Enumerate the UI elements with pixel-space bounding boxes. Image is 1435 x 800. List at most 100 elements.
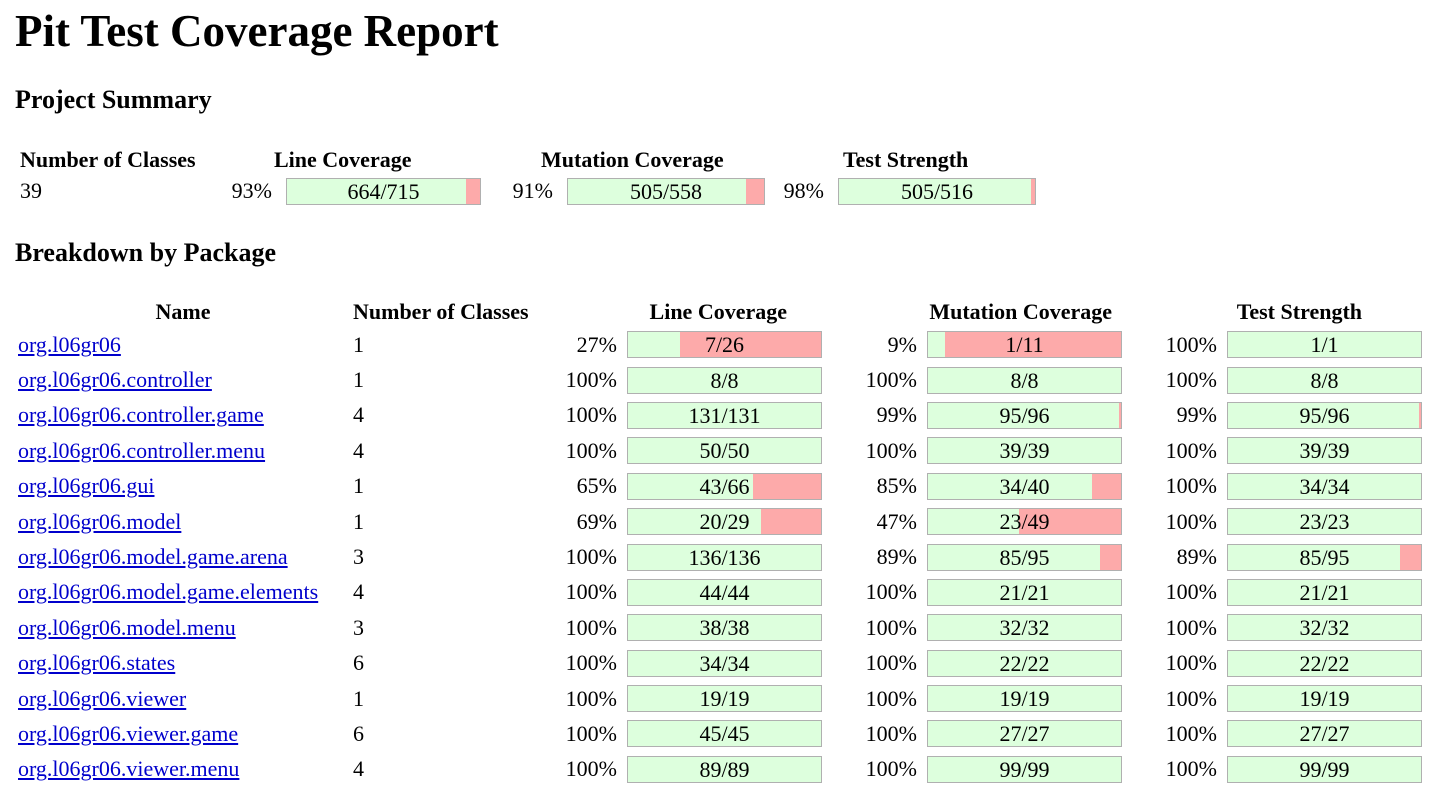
package-mutation-bar-text: 34/40	[999, 473, 1050, 499]
package-line-bar-text: 136/136	[688, 544, 761, 570]
package-link[interactable]: org.l06gr06.viewer	[18, 686, 186, 711]
package-line-bar-text: 89/89	[699, 756, 750, 782]
package-line-bar-text: 44/44	[699, 579, 750, 605]
package-line-pct: 100%	[565, 544, 617, 570]
summary-strength-bar-text: 505/516	[900, 178, 974, 204]
page-title: Pit Test Coverage Report	[15, 6, 499, 56]
package-line-bar-text: 20/29	[699, 509, 750, 535]
package-link[interactable]: org.l06gr06.model.game.arena	[18, 544, 288, 569]
breakdown-table: Name Number of Classes Line Coverage Mut…	[18, 297, 1427, 787]
package-strength-bar: 19/19	[1227, 685, 1422, 713]
package-line-pct: 100%	[565, 650, 617, 676]
table-row: org.l06gr06.model 1 69% 20/29 47% 23/49 100% 23…	[18, 504, 1427, 539]
package-strength-pct: 100%	[1165, 508, 1217, 534]
package-mutation-bar: 34/40	[927, 472, 1122, 500]
package-link[interactable]: org.l06gr06	[18, 332, 121, 357]
package-classes: 3	[353, 544, 364, 570]
summary-mutation-pct: 91%	[512, 178, 553, 203]
package-link[interactable]: org.l06gr06.controller	[18, 367, 212, 392]
package-strength-pct: 100%	[1165, 614, 1217, 640]
package-line-bar: 19/19	[627, 685, 822, 713]
package-classes: 1	[353, 331, 364, 357]
package-strength-pct: 100%	[1165, 756, 1217, 782]
col-mutation-coverage: Mutation Coverage	[929, 299, 1112, 324]
table-row: org.l06gr06.controller.menu 4 100% 50/50 100…	[18, 433, 1427, 468]
col-name: Name	[155, 299, 211, 324]
package-strength-pct: 100%	[1165, 367, 1217, 393]
package-mutation-bar-text: 22/22	[999, 650, 1050, 676]
package-strength-bar: 21/21	[1227, 578, 1422, 606]
package-mutation-bar-text: 99/99	[999, 756, 1050, 782]
package-line-pct: 100%	[565, 402, 617, 428]
table-row: org.l06gr06.viewer 1 100% 19/19 100% 19/19 100…	[18, 681, 1427, 716]
package-line-pct: 100%	[565, 579, 617, 605]
package-strength-bar-text: 27/27	[1299, 721, 1350, 747]
summary-classes: 39	[20, 178, 42, 203]
package-strength-bar-text: 21/21	[1299, 579, 1350, 605]
package-classes: 4	[353, 579, 364, 605]
package-strength-bar: 8/8	[1227, 366, 1422, 394]
package-line-bar: 20/29	[627, 508, 822, 536]
package-mutation-bar: 32/32	[927, 614, 1122, 642]
col-line-coverage: Line Coverage	[274, 147, 412, 172]
package-mutation-bar-text: 1/11	[1005, 332, 1044, 358]
package-mutation-bar-text: 32/32	[999, 615, 1050, 641]
package-link[interactable]: org.l06gr06.states	[18, 650, 175, 675]
package-link[interactable]: org.l06gr06.gui	[18, 473, 154, 498]
col-number-of-classes: Number of Classes	[353, 299, 529, 324]
package-strength-bar: 27/27	[1227, 720, 1422, 748]
package-mutation-bar-text: 23/49	[999, 509, 1050, 535]
package-link[interactable]: org.l06gr06.controller.menu	[18, 438, 265, 463]
package-line-bar-text: 43/66	[699, 473, 750, 499]
package-line-pct: 27%	[576, 331, 617, 357]
table-row: org.l06gr06.controller 1 100% 8/8 100% 8/8 100…	[18, 362, 1427, 397]
package-mutation-bar: 39/39	[927, 437, 1122, 465]
breakdown-heading: Breakdown by Package	[15, 238, 276, 267]
package-line-bar-text: 38/38	[699, 615, 750, 641]
table-row: org.l06gr06.states 6 100% 34/34 100% 22/22 100…	[18, 646, 1427, 681]
package-link[interactable]: org.l06gr06.viewer.game	[18, 721, 238, 746]
package-strength-bar-text: 32/32	[1299, 615, 1350, 641]
package-mutation-bar-text: 95/96	[999, 402, 1050, 428]
package-classes: 1	[353, 508, 364, 534]
package-line-bar: 44/44	[627, 578, 822, 606]
package-line-pct: 100%	[565, 367, 617, 393]
package-strength-pct: 100%	[1165, 473, 1217, 499]
package-line-bar: 89/89	[627, 755, 822, 783]
col-number-of-classes: Number of Classes	[20, 147, 196, 172]
package-link[interactable]: org.l06gr06.model.game.elements	[18, 579, 318, 604]
package-mutation-pct: 100%	[865, 437, 917, 463]
summary-strength-bar: 505/516	[838, 177, 1036, 205]
package-line-bar: 43/66	[627, 472, 822, 500]
package-line-bar: 7/26	[627, 331, 822, 359]
package-line-bar: 131/131	[627, 401, 822, 429]
package-mutation-bar: 22/22	[927, 649, 1122, 677]
package-strength-bar: 32/32	[1227, 614, 1422, 642]
package-strength-pct: 100%	[1165, 650, 1217, 676]
package-link[interactable]: org.l06gr06.controller.game	[18, 402, 264, 427]
package-classes: 1	[353, 473, 364, 499]
package-strength-bar-text: 23/23	[1299, 509, 1350, 535]
package-strength-bar-text: 95/96	[1299, 402, 1350, 428]
summary-line-bar: 664/715	[286, 177, 481, 205]
package-line-bar-text: 34/34	[699, 650, 750, 676]
package-mutation-bar: 95/96	[927, 401, 1122, 429]
package-strength-bar: 99/99	[1227, 755, 1422, 783]
package-strength-bar-text: 99/99	[1299, 756, 1350, 782]
package-mutation-pct: 100%	[865, 650, 917, 676]
package-line-bar-text: 7/26	[704, 332, 745, 358]
package-strength-pct: 100%	[1165, 579, 1217, 605]
table-row: org.l06gr06.viewer.game 6 100% 45/45 100% 27/…	[18, 716, 1427, 751]
package-strength-bar: 39/39	[1227, 437, 1422, 465]
table-row: org.l06gr06.model.game.arena 3 100% 136/136…	[18, 539, 1427, 574]
table-row: org.l06gr06.model.menu 3 100% 38/38 100% 32/3…	[18, 610, 1427, 645]
package-line-bar: 38/38	[627, 614, 822, 642]
package-mutation-bar-text: 19/19	[999, 686, 1050, 712]
summary-mutation-bar-text: 505/558	[629, 178, 703, 204]
package-link[interactable]: org.l06gr06.viewer.menu	[18, 756, 239, 781]
package-mutation-bar-text: 8/8	[1010, 367, 1039, 393]
package-link[interactable]: org.l06gr06.model	[18, 509, 181, 534]
package-strength-pct: 89%	[1176, 544, 1217, 570]
package-link[interactable]: org.l06gr06.model.menu	[18, 615, 236, 640]
package-mutation-pct: 47%	[876, 508, 917, 534]
